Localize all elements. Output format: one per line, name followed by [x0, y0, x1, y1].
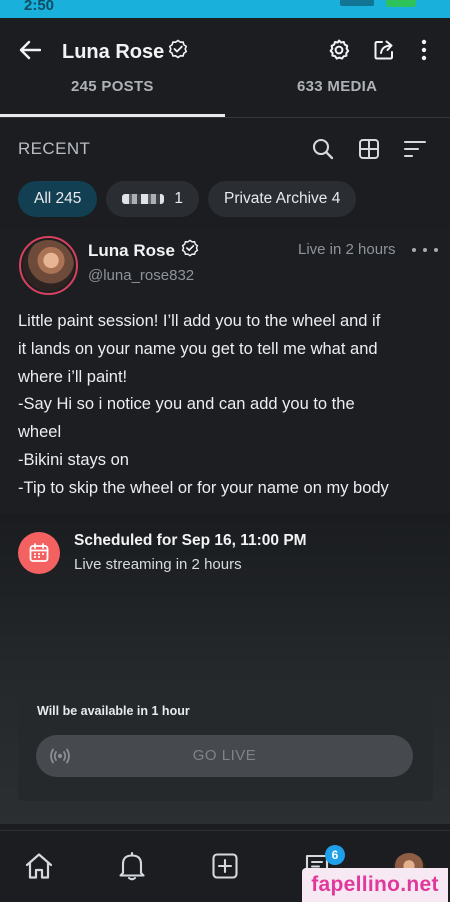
active-tab-indicator	[0, 114, 225, 117]
section-header: RECENT	[0, 126, 450, 172]
go-live-card: Will be available in 1 hour GO LIVE	[18, 685, 433, 801]
scheduled-stream-panel: Scheduled for Sep 16, 11:00 PM Live stre…	[0, 514, 450, 824]
go-live-button[interactable]: GO LIVE	[36, 735, 413, 777]
post-line: -Say Hi so i notice you and can add you …	[18, 395, 355, 414]
add-post-icon[interactable]	[208, 849, 242, 883]
post-line: -Bikini stays on	[18, 450, 129, 469]
calendar-icon	[18, 532, 60, 574]
status-time: 2:50	[24, 0, 55, 14]
bell-icon[interactable]	[115, 849, 149, 883]
page-title: Luna Rose	[62, 39, 188, 65]
post-line: Little paint session! I’ll add you to th…	[18, 312, 381, 330]
tab-media[interactable]: 633 MEDIA	[297, 78, 377, 95]
status-bar: 2:50	[0, 0, 450, 18]
post-author-name: Luna Rose	[88, 240, 175, 260]
home-icon[interactable]	[22, 849, 56, 883]
post-line: where i’ll paint!	[18, 367, 128, 386]
avatar[interactable]	[19, 236, 78, 295]
more-vertical-icon[interactable]	[408, 34, 440, 66]
schedule-subtitle: Live streaming in 2 hours	[74, 556, 242, 573]
censored-label-image	[122, 194, 165, 204]
watermark-text: fapellino.net	[311, 873, 439, 896]
watermark: fapellino.net	[302, 868, 448, 902]
verified-badge-icon	[168, 39, 188, 65]
section-title: RECENT	[18, 139, 91, 158]
schedule-title: Scheduled for Sep 16, 11:00 PM	[74, 532, 307, 549]
avatar-image	[23, 240, 74, 291]
chip-redacted-count: 1	[174, 190, 184, 207]
profile-name: Luna Rose	[62, 40, 165, 63]
verified-badge-icon	[181, 239, 199, 262]
app-header: Luna Rose	[0, 18, 450, 82]
tab-posts[interactable]: 245 POSTS	[71, 78, 154, 95]
signal-icon	[340, 0, 374, 6]
back-arrow-icon[interactable]	[14, 34, 46, 66]
sort-icon[interactable]	[401, 135, 429, 163]
post-line: it lands on your name you get to tell me…	[18, 339, 378, 358]
availability-text: Will be available in 1 hour	[37, 704, 190, 718]
post-text: Little paint session! I’ll add you to th…	[18, 308, 438, 503]
post-card: Luna Rose @luna_rose832 Live in 2 hours …	[0, 228, 450, 514]
battery-icon	[386, 0, 416, 7]
post-line: wheel	[18, 423, 62, 442]
post-line: -Tip to skip the wheel or for your name …	[18, 478, 389, 497]
messages-badge: 6	[325, 845, 345, 865]
chip-all[interactable]: All 245	[18, 181, 98, 217]
go-live-label: GO LIVE	[192, 747, 257, 764]
more-horizontal-icon[interactable]	[412, 240, 438, 260]
filter-chips: All 245 1 Private Archive 4	[18, 181, 357, 217]
gear-icon[interactable]	[323, 34, 355, 66]
search-icon[interactable]	[309, 135, 337, 163]
chip-all-label: All 245	[34, 190, 82, 207]
chip-private-archive-label: Private Archive 4	[224, 190, 341, 207]
post-author[interactable]: Luna Rose	[88, 239, 199, 262]
share-icon[interactable]	[368, 34, 400, 66]
post-time: Live in 2 hours	[298, 241, 396, 258]
profile-tabs: 245 POSTS 633 MEDIA	[0, 78, 450, 118]
post-handle: @luna_rose832	[88, 267, 195, 284]
chip-redacted[interactable]: 1	[106, 181, 200, 217]
chip-private-archive[interactable]: Private Archive 4	[208, 181, 357, 217]
grid-view-icon[interactable]	[355, 135, 383, 163]
